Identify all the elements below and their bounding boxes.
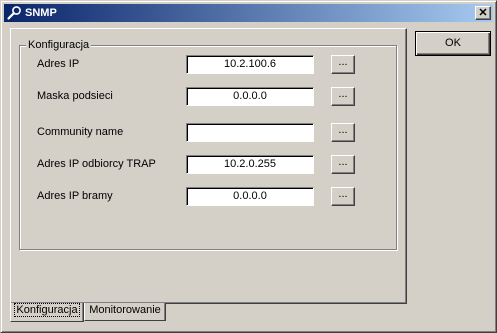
trap-receiver-ip-browse-button[interactable]: ... xyxy=(331,155,355,174)
config-groupbox: Konfiguracja Adres IP 10.2.100.6 ... Mas… xyxy=(19,38,398,250)
field-row-ip-address: Adres IP 10.2.100.6 ... xyxy=(20,55,398,75)
wrench-icon xyxy=(7,6,21,20)
gateway-ip-label: Adres IP bramy xyxy=(37,190,113,202)
tab-panel-konfiguracja: Konfiguracja Adres IP 10.2.100.6 ... Mas… xyxy=(10,28,407,304)
ip-address-field[interactable]: 10.2.100.6 xyxy=(186,55,314,74)
ip-address-label: Adres IP xyxy=(37,58,80,70)
window-title: SNMP xyxy=(25,7,57,19)
field-row-trap-receiver-ip: Adres IP odbiorcy TRAP 10.2.0.255 ... xyxy=(20,155,398,175)
community-name-field[interactable] xyxy=(186,123,314,142)
community-name-browse-button[interactable]: ... xyxy=(331,123,355,142)
trap-receiver-ip-field[interactable]: 10.2.0.255 xyxy=(186,155,314,174)
ok-button-label: OK xyxy=(445,37,461,49)
gateway-ip-field[interactable]: 0.0.0.0 xyxy=(186,187,314,206)
ok-button[interactable]: OK xyxy=(415,31,491,56)
close-icon: ✕ xyxy=(478,6,488,19)
snmp-dialog-window: SNMP ✕ Konfiguracja Adres IP 10.2.100.6 … xyxy=(0,0,497,333)
field-row-community-name: Community name ... xyxy=(20,123,398,143)
tab-monitorowanie-label: Monitorowanie xyxy=(89,304,161,316)
groupbox-label: Konfiguracja xyxy=(26,38,92,52)
field-row-subnet-mask: Maska podsieci 0.0.0.0 ... xyxy=(20,87,398,107)
ip-address-browse-button[interactable]: ... xyxy=(331,55,355,74)
community-name-label: Community name xyxy=(37,126,124,138)
tab-konfiguracja[interactable]: Konfiguracja xyxy=(10,303,84,322)
subnet-mask-field[interactable]: 0.0.0.0 xyxy=(186,87,314,106)
close-button[interactable]: ✕ xyxy=(475,6,491,20)
subnet-mask-label: Maska podsieci xyxy=(37,90,113,102)
gateway-ip-browse-button[interactable]: ... xyxy=(331,187,355,206)
field-row-gateway-ip: Adres IP bramy 0.0.0.0 ... xyxy=(20,187,398,207)
tab-konfiguracja-label: Konfiguracja xyxy=(14,303,80,317)
subnet-mask-browse-button[interactable]: ... xyxy=(331,87,355,106)
trap-receiver-ip-label: Adres IP odbiorcy TRAP xyxy=(37,158,156,170)
tab-monitorowanie[interactable]: Monitorowanie xyxy=(84,303,166,321)
title-bar[interactable]: SNMP ✕ xyxy=(4,4,493,22)
